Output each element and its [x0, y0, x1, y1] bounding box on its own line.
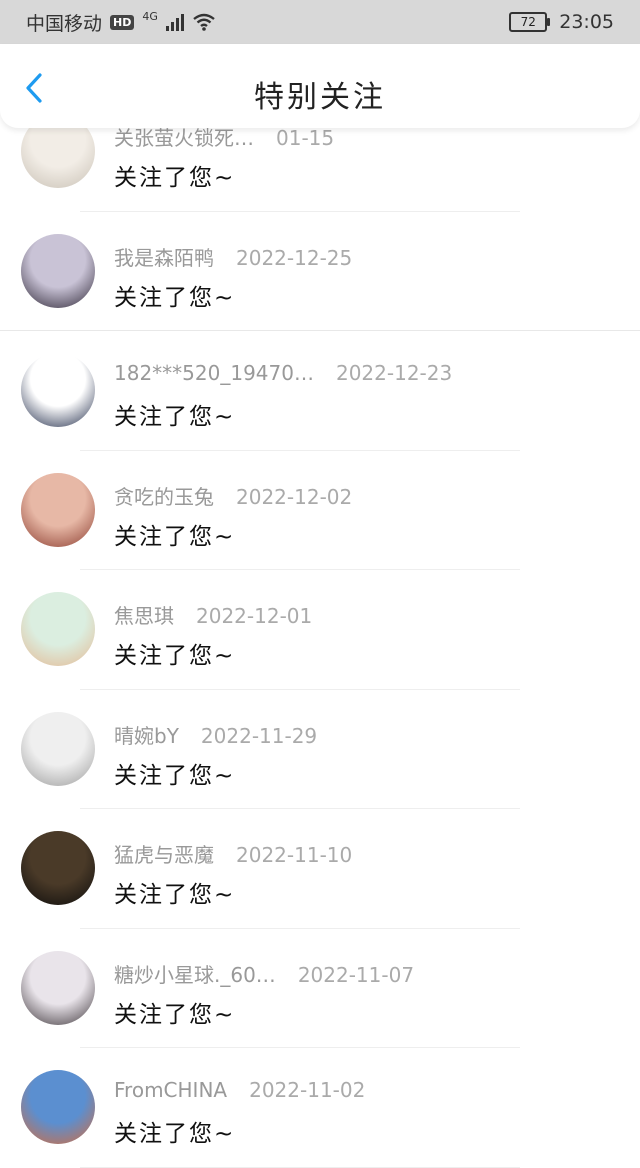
list-item[interactable]: 猛虎与恶魔 2022-11-10 关注了您~ — [0, 809, 640, 929]
avatar[interactable] — [21, 592, 95, 666]
user-name[interactable]: 我是森陌鸭 — [114, 246, 214, 270]
name-line: 猛虎与恶魔 2022-11-10 — [114, 839, 352, 868]
user-name[interactable]: 猛虎与恶魔 — [114, 843, 214, 867]
follow-date: 2022-11-29 — [200, 723, 318, 748]
follow-message: 关注了您~ — [114, 284, 236, 311]
name-line: 182***520_19470… 2022-12-23 — [114, 361, 452, 385]
clock: 23:05 — [559, 11, 614, 33]
follow-date: 2022-12-01 — [196, 604, 313, 628]
avatar[interactable] — [21, 831, 95, 905]
user-name[interactable]: 关张萤火锁死… — [114, 126, 254, 150]
battery-icon: 72 — [509, 12, 551, 32]
user-name[interactable]: 贪吃的玉兔 — [114, 485, 214, 509]
follow-message: 关注了您~ — [114, 1121, 236, 1147]
follow-date: 2022-12-02 — [236, 484, 353, 509]
user-name[interactable]: 晴婉bY — [114, 724, 179, 748]
list-item[interactable]: 焦思琪 2022-12-01 关注了您~ — [0, 570, 640, 690]
status-bar: 中国移动 HD 4G 72 23:05 — [0, 0, 640, 44]
hd-badge: HD — [110, 14, 135, 30]
list-item[interactable]: 贪吃的玉兔 2022-12-02 关注了您~ — [0, 451, 640, 570]
name-line: 贪吃的玉兔 2022-12-02 — [114, 481, 352, 510]
follow-date: 2022-12-23 — [335, 361, 453, 385]
list-item[interactable]: 糖炒小星球._60… 2022-11-07 关注了您~ — [0, 929, 640, 1048]
follow-date: 2022-11-02 — [249, 1078, 366, 1102]
page-title: 特别关注 — [254, 80, 386, 115]
divider — [80, 1166, 520, 1168]
user-name[interactable]: 糖炒小星球._60… — [114, 963, 276, 987]
avatar[interactable] — [21, 353, 95, 427]
status-right: 72 23:05 — [509, 11, 614, 33]
name-line: FromCHINA 2022-11-02 — [114, 1078, 365, 1102]
signal-icon — [165, 13, 184, 31]
follow-message: 关注了您~ — [114, 643, 236, 669]
list-item[interactable]: 我是森陌鸭 2022-12-25 关注了您~ — [0, 212, 640, 331]
follow-message: 关注了您~ — [114, 762, 236, 789]
user-name[interactable]: 182***520_19470… — [114, 361, 314, 385]
list-item[interactable]: FromCHINA 2022-11-02 关注了您~ — [0, 1048, 640, 1168]
name-line: 我是森陌鸭 2022-12-25 — [114, 242, 352, 271]
follow-message: 关注了您~ — [114, 882, 236, 908]
follow-date: 2022-12-25 — [236, 245, 353, 270]
user-name[interactable]: FromCHINA — [114, 1078, 227, 1102]
follow-date: 2022-11-10 — [236, 843, 353, 867]
name-line: 晴婉bY 2022-11-29 — [114, 720, 317, 749]
follow-message: 关注了您~ — [114, 404, 236, 430]
name-line: 糖炒小星球._60… 2022-11-07 — [114, 959, 414, 988]
follow-date: 01-15 — [276, 126, 335, 150]
network-type: 4G — [142, 9, 158, 23]
follower-list[interactable]: 关张萤火锁死… 01-15 关注了您~ 我是森陌鸭 2022-12-25 关注了您~ 182… — [0, 92, 640, 1168]
avatar[interactable] — [21, 950, 95, 1025]
title-bar: 特别关注 — [0, 44, 640, 128]
list-item[interactable]: 晴婉bY 2022-11-29 关注了您~ — [0, 690, 640, 809]
avatar[interactable] — [21, 1070, 95, 1144]
carrier-label: 中国移动 — [26, 12, 103, 35]
wifi-icon — [192, 13, 216, 31]
list-item[interactable]: 182***520_19470… 2022-12-23 关注了您~ — [0, 331, 640, 451]
name-line: 焦思琪 2022-12-01 — [114, 600, 312, 629]
avatar[interactable] — [21, 472, 95, 547]
avatar[interactable] — [21, 711, 95, 786]
avatar[interactable] — [21, 233, 95, 308]
status-left: 中国移动 HD 4G — [26, 9, 216, 36]
follow-date: 2022-11-07 — [297, 962, 415, 987]
follow-message: 关注了您~ — [114, 1001, 236, 1028]
follow-message: 关注了您~ — [114, 165, 236, 191]
user-name[interactable]: 焦思琪 — [114, 604, 174, 628]
follow-message: 关注了您~ — [114, 523, 236, 550]
